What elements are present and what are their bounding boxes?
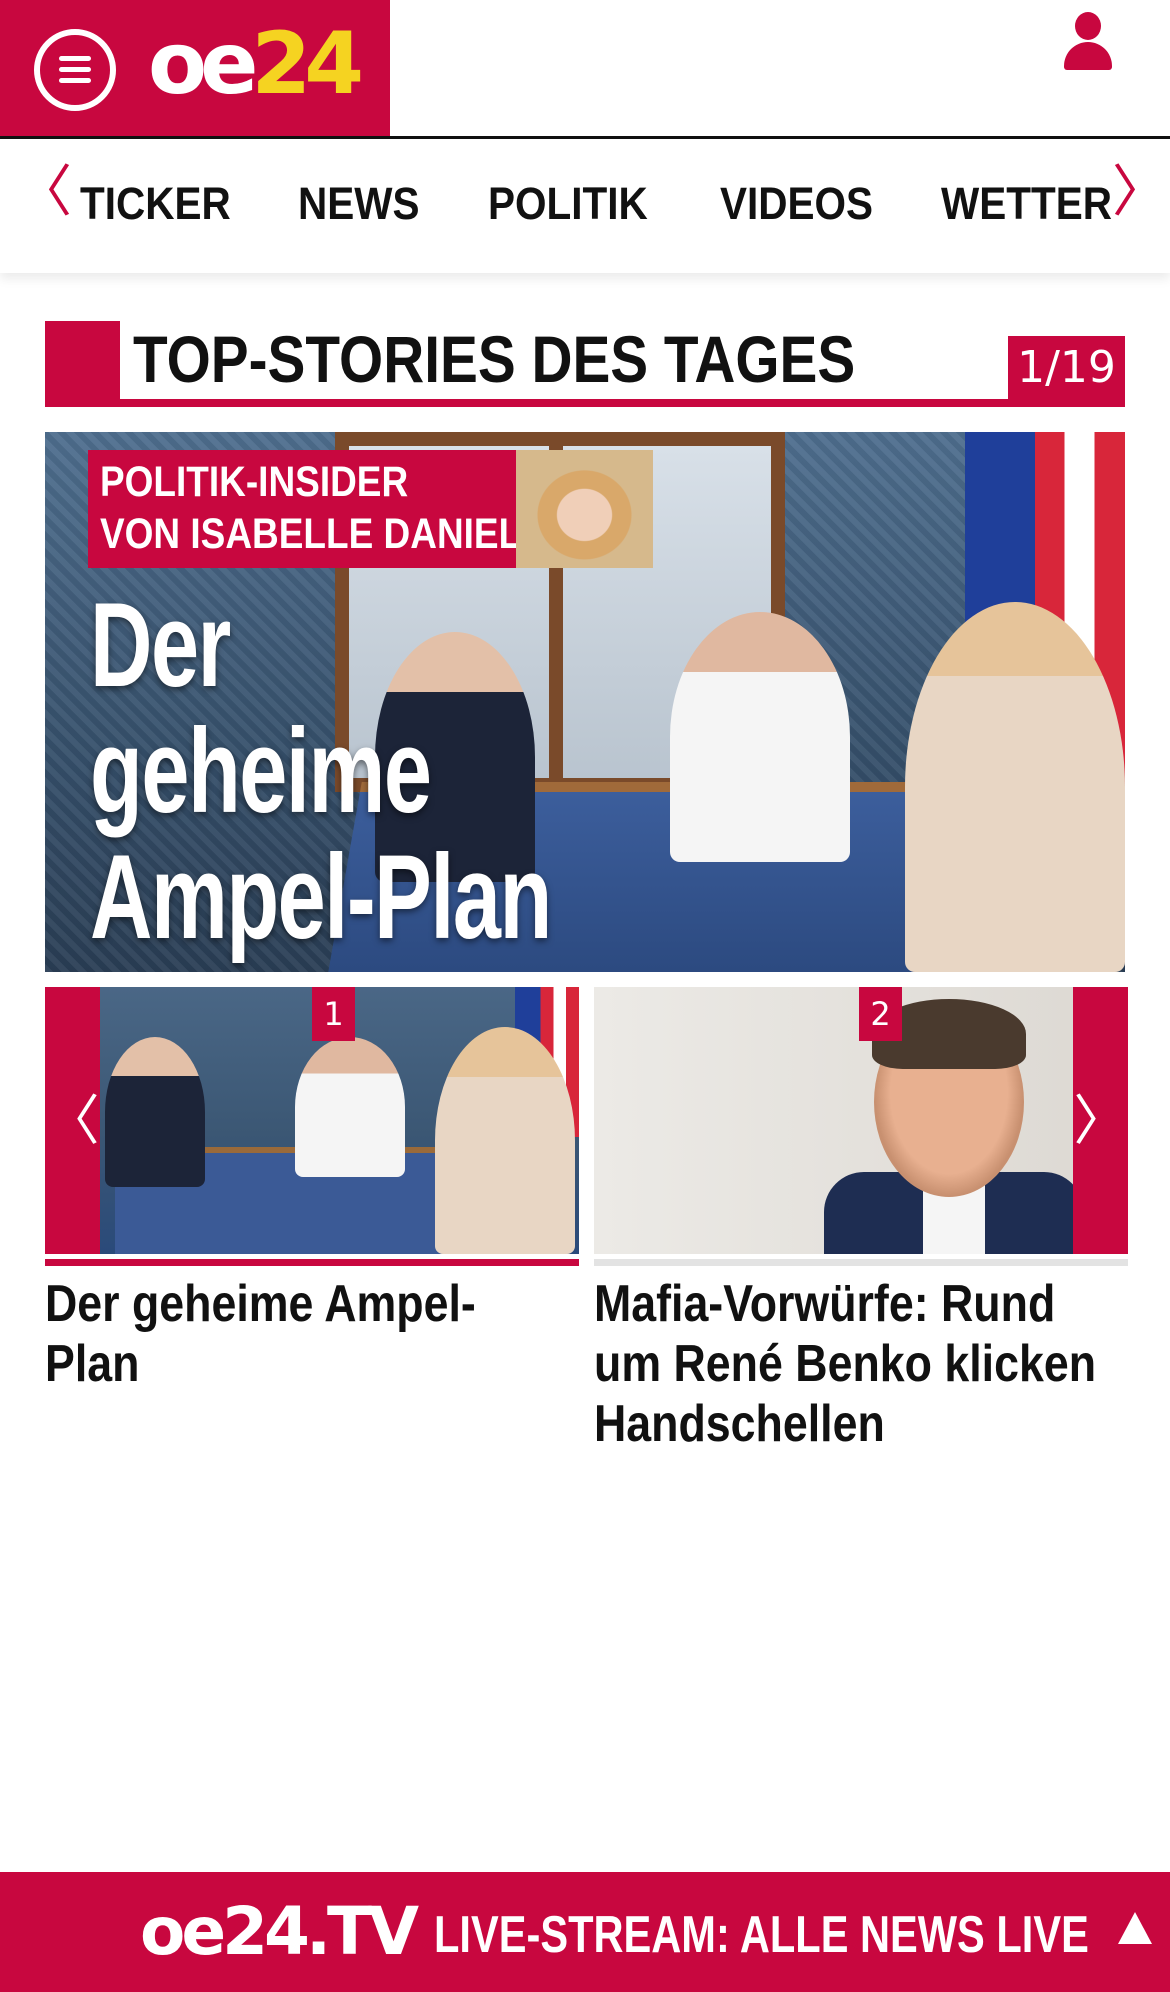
oe24tv-logo[interactable]: oe24.TV [140,1894,419,1970]
teaser-index-badge: 2 [859,987,902,1041]
main-nav: 〈 TICKER NEWS POLITIK VIDEOS WETTER 〉 [0,139,1170,273]
teaser-index-badge: 1 [312,987,355,1041]
slide-counter: 1/19 [1008,336,1125,399]
nav-item-news[interactable]: NEWS [298,179,420,229]
nav-item-videos[interactable]: VIDEOS [720,179,873,229]
site-logo[interactable]: oe24 [148,14,364,114]
kicker-line-1: POLITIK-INSIDER [100,458,409,506]
hero-kicker: POLITIK-INSIDER VON ISABELLE DANIEL [88,450,653,568]
author-portrait [516,450,653,568]
section-title: TOP-STORIES DES TAGES [133,322,856,396]
inactive-indicator [594,1259,1128,1266]
brand-block: oe24 [0,0,390,136]
user-icon[interactable] [1062,12,1114,72]
teaser-title[interactable]: Mafia-Vorwürfe: Rund um René Benko klick… [594,1274,1110,1454]
teaser-title[interactable]: Der geheime Ampel-Plan [45,1274,561,1394]
site-header: oe24 [0,0,1170,139]
section-accent [45,321,120,407]
slider-prev-button[interactable]: 〈 [45,987,100,1254]
live-stream-label[interactable]: LIVE-STREAM: ALLE NEWS LIVE [434,1902,1089,1968]
nav-item-ticker[interactable]: TICKER [80,179,231,229]
scroll-top-icon[interactable] [1118,1912,1152,1944]
section-underline [45,399,1125,407]
hero-story[interactable]: POLITIK-INSIDER VON ISABELLE DANIEL Der … [45,432,1125,972]
hero-headline: Der geheime Ampel-Plan [90,578,552,964]
nav-item-wetter[interactable]: WETTER [941,179,1112,229]
kicker-line-2: VON ISABELLE DANIEL [100,510,522,558]
hamburger-menu-icon[interactable] [34,29,116,111]
slider-next-button[interactable]: 〉 [1073,987,1128,1254]
chevron-right-icon[interactable]: 〉 [1112,165,1168,221]
section-header: TOP-STORIES DES TAGES 1/19 [45,321,1125,407]
nav-item-politik[interactable]: POLITIK [488,179,648,229]
chevron-left-icon[interactable]: 〈 [16,165,72,221]
live-stream-bar[interactable]: oe24.TV LIVE-STREAM: ALLE NEWS LIVE [0,1872,1170,1992]
active-indicator [45,1259,579,1266]
